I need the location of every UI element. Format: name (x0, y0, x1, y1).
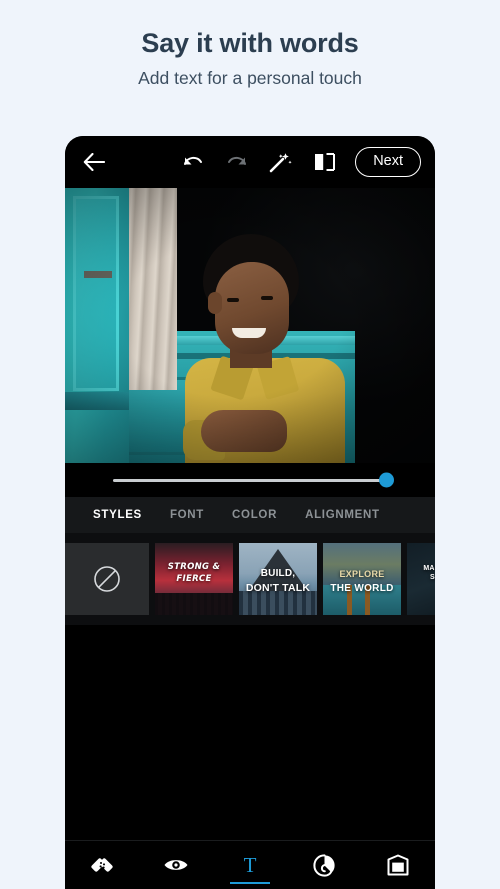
tab-color[interactable]: COLOR (218, 509, 291, 521)
tab-styles[interactable]: STYLES (79, 509, 156, 521)
opacity-slider-row (65, 463, 435, 497)
eye-icon (163, 856, 189, 874)
back-arrow-icon (83, 153, 106, 171)
frame-border-icon (386, 853, 410, 877)
thumbnail-label-line2: FIERCE (176, 574, 212, 584)
thumbnail-label-line2: DON'T TALK (245, 582, 311, 594)
editor-toolbar: Next (65, 136, 435, 188)
screenshot-root: Say it with words Add text for a persona… (0, 0, 500, 889)
text-t-icon: T (243, 852, 257, 877)
magic-wand-button[interactable] (259, 136, 303, 188)
back-button[interactable] (65, 136, 123, 188)
before-after-compare-icon (314, 152, 336, 172)
nav-item-heal[interactable] (65, 841, 139, 889)
page-subtitle: Add text for a personal touch (138, 68, 362, 89)
photo-canvas[interactable]: SEE THE GOOD (65, 188, 435, 463)
style-thumbnail-build-dont-talk[interactable]: BUILD, DON'T TALK (239, 543, 317, 615)
thumbnail-label-line1: EXPLORE (339, 569, 385, 579)
nav-item-frame[interactable] (361, 841, 435, 889)
nav-item-blend[interactable] (287, 841, 361, 889)
style-thumbnail-strong-fierce[interactable]: STRONG & FIERCE (155, 543, 233, 615)
bottom-navigation: T (65, 840, 435, 889)
promo-header: Say it with words Add text for a persona… (0, 0, 500, 89)
compare-button[interactable] (303, 136, 347, 188)
healing-patch-icon (89, 852, 115, 878)
opacity-slider[interactable] (113, 472, 394, 488)
thumbnail-label-line1: BUILD, (260, 568, 296, 579)
phone-frame: Next SEE THE (65, 136, 435, 889)
photo-vignette (65, 188, 435, 463)
thumbnail-label-line1: STRONG & (167, 562, 221, 572)
redo-icon (226, 153, 248, 171)
style-thumbnail-make-it-simple[interactable]: MAKE IT SIM SIGNIFIC (407, 543, 435, 615)
page-title: Say it with words (141, 28, 359, 58)
swirl-blend-icon (312, 853, 337, 878)
style-thumbnail-none[interactable] (65, 543, 149, 615)
opacity-slider-thumb[interactable] (379, 472, 394, 488)
active-tab-underline (230, 881, 270, 884)
redo-button[interactable] (215, 136, 259, 188)
style-thumbnail-strip[interactable]: STRONG & FIERCE BUILD, DON'T TALK EXPLOR… (65, 533, 435, 625)
nav-item-text[interactable]: T (213, 841, 287, 889)
tab-alignment[interactable]: ALIGNMENT (291, 509, 394, 521)
no-style-icon (92, 564, 122, 594)
text-options-tabs: STYLES FONT COLOR ALIGNMENT (65, 497, 435, 533)
undo-icon (182, 153, 204, 171)
nav-item-looks[interactable] (139, 841, 213, 889)
magic-wand-icon (269, 151, 293, 173)
next-button[interactable]: Next (355, 147, 422, 177)
thumbnail-label-line2: THE WORLD (330, 583, 394, 594)
thumbnail-label-line1: MAKE IT SIM (423, 565, 435, 572)
thumbnail-label-line2: SIGNIFIC (430, 574, 435, 581)
style-thumbnail-explore-the-world[interactable]: EXPLORE THE WORLD (323, 543, 401, 615)
tab-font[interactable]: FONT (156, 509, 218, 521)
undo-button[interactable] (171, 136, 215, 188)
